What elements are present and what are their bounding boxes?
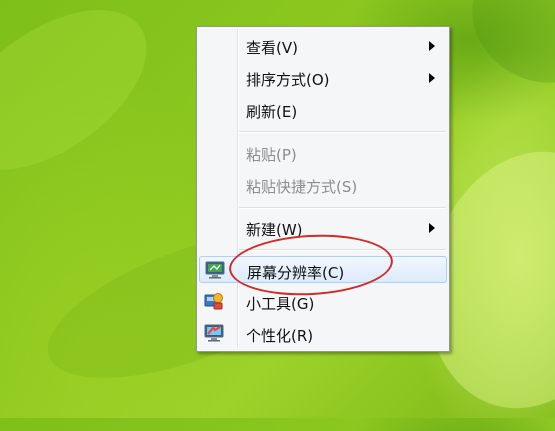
- menu-item-sort-by[interactable]: 排序方式(O): [199, 64, 447, 91]
- submenu-arrow-icon: [429, 41, 435, 51]
- desktop-context-menu: 查看(V) 排序方式(O) 刷新(E) 粘贴(P) 粘贴快捷方式(S) 新建(W…: [196, 26, 450, 352]
- menu-separator: [239, 207, 446, 209]
- gadgets-icon: [204, 292, 224, 310]
- menu-separator: [239, 131, 446, 133]
- wallpaper-leaf: [449, 0, 555, 107]
- menu-item-refresh[interactable]: 刷新(E): [199, 96, 447, 123]
- menu-item-paste-shortcut: 粘贴快捷方式(S): [199, 171, 447, 198]
- submenu-arrow-icon: [429, 73, 435, 83]
- menu-item-label: 粘贴快捷方式(S): [246, 178, 358, 196]
- submenu-arrow-icon: [429, 223, 435, 233]
- menu-item-label: 粘贴(P): [246, 146, 297, 164]
- menu-item-label: 小工具(G): [246, 295, 315, 313]
- menu-item-label: 刷新(E): [246, 103, 298, 121]
- menu-item-view[interactable]: 查看(V): [199, 32, 447, 59]
- wallpaper-leaf: [0, 0, 175, 203]
- menu-item-label: 个性化(R): [246, 327, 314, 345]
- menu-item-label: 查看(V): [246, 39, 298, 57]
- personalize-icon: [204, 324, 224, 342]
- menu-item-label: 排序方式(O): [246, 71, 330, 89]
- menu-item-personalize[interactable]: 个性化(R): [199, 320, 447, 347]
- screen-resolution-icon: [205, 261, 225, 279]
- menu-item-paste: 粘贴(P): [199, 139, 447, 166]
